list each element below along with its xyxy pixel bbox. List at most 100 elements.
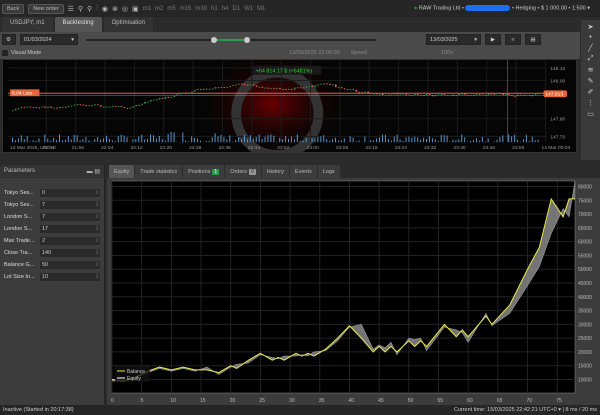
tab-orders[interactable]: Orders 0 <box>225 165 261 178</box>
tab-equity[interactable]: Equity <box>109 165 135 178</box>
spinner-icon[interactable]: ⁝ <box>96 238 98 244</box>
candle <box>185 92 187 94</box>
candle <box>82 104 85 106</box>
account-mode: Hedging <box>515 5 536 12</box>
volume-bar <box>241 139 243 143</box>
tab-trade-statistics[interactable]: Trade statistics <box>135 165 183 178</box>
spinner-icon[interactable]: ⁝ <box>96 226 98 232</box>
tf-m30[interactable]: m30 <box>195 6 207 12</box>
indicators-icon[interactable]: ⫶ <box>96 5 98 13</box>
settings-gear-icon[interactable]: ⚙ <box>2 34 16 45</box>
volume-bar <box>481 137 483 143</box>
volume-bar <box>117 136 119 143</box>
candle <box>522 95 525 97</box>
zoom-in-icon[interactable]: ⚲ <box>78 5 83 13</box>
parameter-input[interactable]: 7 ⁝ <box>40 213 100 221</box>
parameter-input[interactable]: 0 ⁝ <box>40 189 100 197</box>
candle <box>493 93 496 95</box>
tab-symbol[interactable]: USDJPY, m1 <box>2 17 53 32</box>
time-tick-label: 23:24 <box>395 145 407 151</box>
spinner-icon[interactable]: ⁝ <box>96 250 98 256</box>
range-start-handle[interactable] <box>211 36 217 43</box>
candle <box>264 87 267 89</box>
pen-icon[interactable]: ✎ <box>588 77 594 85</box>
parameter-input[interactable]: 10 ⁝ <box>40 273 100 281</box>
tab-logs[interactable]: Logs <box>317 165 340 178</box>
volume-bar <box>208 140 210 143</box>
trendline-icon[interactable]: ╱ <box>588 44 592 52</box>
new-order-button[interactable]: New order <box>28 3 64 14</box>
spinner-icon[interactable]: ⁝ <box>96 274 98 280</box>
comment-icon[interactable]: ▭ <box>587 110 594 118</box>
speed-value[interactable]: 100x <box>441 50 453 56</box>
tf-d1[interactable]: D1 <box>232 6 240 12</box>
candle <box>235 84 237 86</box>
candle <box>44 106 46 108</box>
tf-m2[interactable]: m2 <box>155 6 163 12</box>
back-button[interactable]: Back <box>2 3 25 14</box>
save-params-icon[interactable]: ▬ ▤ <box>87 168 100 175</box>
price-tick-label: 148.00 <box>550 79 565 85</box>
parameter-input[interactable]: 7 ⁝ <box>40 201 100 209</box>
screenshot-icon[interactable]: ▣ <box>132 5 139 13</box>
tab-backtesting[interactable]: Backtesting <box>54 17 102 32</box>
spinner-icon[interactable]: ⁝ <box>96 190 98 196</box>
candle <box>238 83 240 85</box>
volume-bar <box>249 135 251 143</box>
tf-mn1[interactable]: M1 <box>257 6 265 12</box>
spinner-icon[interactable]: ⁝ <box>96 262 98 268</box>
period-slider[interactable] <box>86 36 376 43</box>
parameter-input[interactable]: 2 ⁝ <box>40 237 100 245</box>
candle <box>88 105 90 107</box>
tf-w1[interactable]: W1 <box>244 6 253 12</box>
volume-bar <box>158 136 160 143</box>
sync-icon[interactable]: ⊗ <box>112 5 118 13</box>
tab-optimisation[interactable]: Optimisation <box>103 17 153 32</box>
candle <box>443 94 446 96</box>
crosshair-icon[interactable]: + <box>588 34 592 41</box>
fibonacci-icon[interactable]: ≋ <box>588 66 594 74</box>
parameter-input[interactable]: 17 ⁝ <box>40 225 100 233</box>
candle <box>308 85 311 87</box>
chart-type-icon[interactable]: ☰ <box>68 5 74 13</box>
ray-icon[interactable]: ⤢ <box>588 55 594 63</box>
brush-icon[interactable]: ✐ <box>588 88 594 96</box>
cursor-icon[interactable]: ➤ <box>588 23 594 31</box>
spinner-icon[interactable]: ⁝ <box>96 202 98 208</box>
spinner-icon[interactable]: ⁝ <box>96 214 98 220</box>
start-date-input[interactable]: 01/03/2024 ▾ <box>20 34 78 45</box>
volume-bar <box>317 137 319 143</box>
zoom-out-icon[interactable]: ⚲ <box>87 5 92 13</box>
candle <box>135 104 137 107</box>
tf-m1[interactable]: m1 <box>143 6 151 12</box>
volume-bar <box>144 139 146 143</box>
volume-bar <box>393 136 395 143</box>
tf-m5[interactable]: m5 <box>167 6 175 12</box>
range-end-handle[interactable] <box>244 36 250 43</box>
save-button[interactable]: ▤ <box>525 34 541 45</box>
time-tick-label: 14 Mar 00:04 <box>542 145 571 151</box>
tf-m15[interactable]: m15 <box>180 6 192 12</box>
time-tick-label: 22:04 <box>101 145 113 151</box>
account-selector[interactable]: ● RAW Trading Ltd • • Hedging • $ 1 000.… <box>414 5 590 11</box>
volume-bar <box>335 137 336 143</box>
tf-h4[interactable]: h4 <box>222 6 229 12</box>
end-date-input[interactable]: 13/03/2025 ▾ <box>426 34 481 45</box>
grid-icon[interactable]: ⋮ <box>587 99 594 107</box>
play-button[interactable]: ▶ <box>485 34 501 45</box>
tf-h1[interactable]: h1 <box>211 6 218 12</box>
eye-icon[interactable]: ◎ <box>122 5 128 13</box>
candle <box>446 94 449 96</box>
tab-events[interactable]: Events <box>289 165 317 178</box>
price-chart[interactable]: 13 Mar 2025, UTC+021:44 21:56 22:04 22:12 22… <box>2 59 577 153</box>
visual-mode-checkbox[interactable] <box>2 50 8 56</box>
parameter-input[interactable]: 50 ⁝ <box>40 261 100 269</box>
volume-bar <box>332 138 334 143</box>
tab-history[interactable]: History <box>261 165 289 178</box>
stop-button[interactable]: ■ <box>505 34 521 45</box>
tab-positions[interactable]: Positions 1 <box>183 165 225 178</box>
bot-icon[interactable]: ◉ <box>102 5 108 13</box>
volume-bar <box>285 136 287 143</box>
parameter-input[interactable]: 140 ⁝ <box>40 249 100 257</box>
y-tick-label: 70000 <box>578 212 592 218</box>
